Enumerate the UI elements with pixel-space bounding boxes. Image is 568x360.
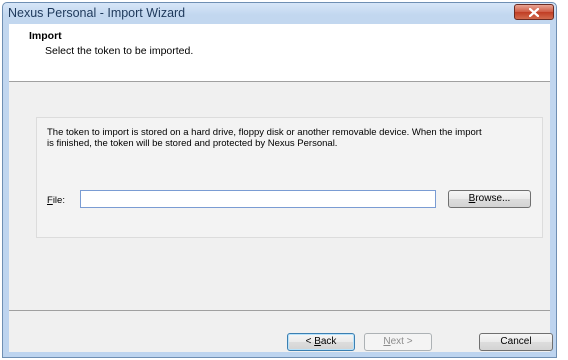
browse-label-rest: rowse...	[475, 193, 511, 204]
file-label-rest: ile:	[52, 195, 65, 206]
back-mnemonic: B	[314, 336, 321, 347]
browse-button[interactable]: Browse...	[448, 190, 531, 208]
wizard-client-area: Import Select the token to be imported. …	[9, 24, 553, 352]
import-wizard-window: Nexus Personal - Import Wizard Import Se…	[2, 2, 557, 358]
cancel-button[interactable]: Cancel	[479, 333, 553, 351]
file-path-input[interactable]	[80, 190, 436, 208]
window-title: Nexus Personal - Import Wizard	[8, 6, 186, 20]
title-bar[interactable]: Nexus Personal - Import Wizard	[3, 3, 556, 23]
back-button[interactable]: < Back	[287, 333, 355, 351]
close-button[interactable]	[514, 4, 554, 20]
page-title: Import	[29, 30, 62, 42]
next-button[interactable]: Next >	[364, 333, 432, 351]
next-label-rest: ext >	[390, 336, 413, 347]
next-mnemonic: N	[383, 336, 391, 347]
footer-divider	[9, 310, 550, 311]
page-subtitle: Select the token to be imported.	[45, 45, 194, 57]
wizard-header: Import Select the token to be imported.	[9, 24, 550, 82]
close-icon	[529, 7, 539, 17]
import-group-box: The token to import is stored on a hard …	[36, 117, 543, 238]
description-text: The token to import is stored on a hard …	[47, 127, 482, 149]
back-prefix: <	[305, 336, 315, 347]
file-label: File:	[47, 195, 65, 206]
back-label-rest: ack	[320, 336, 337, 347]
